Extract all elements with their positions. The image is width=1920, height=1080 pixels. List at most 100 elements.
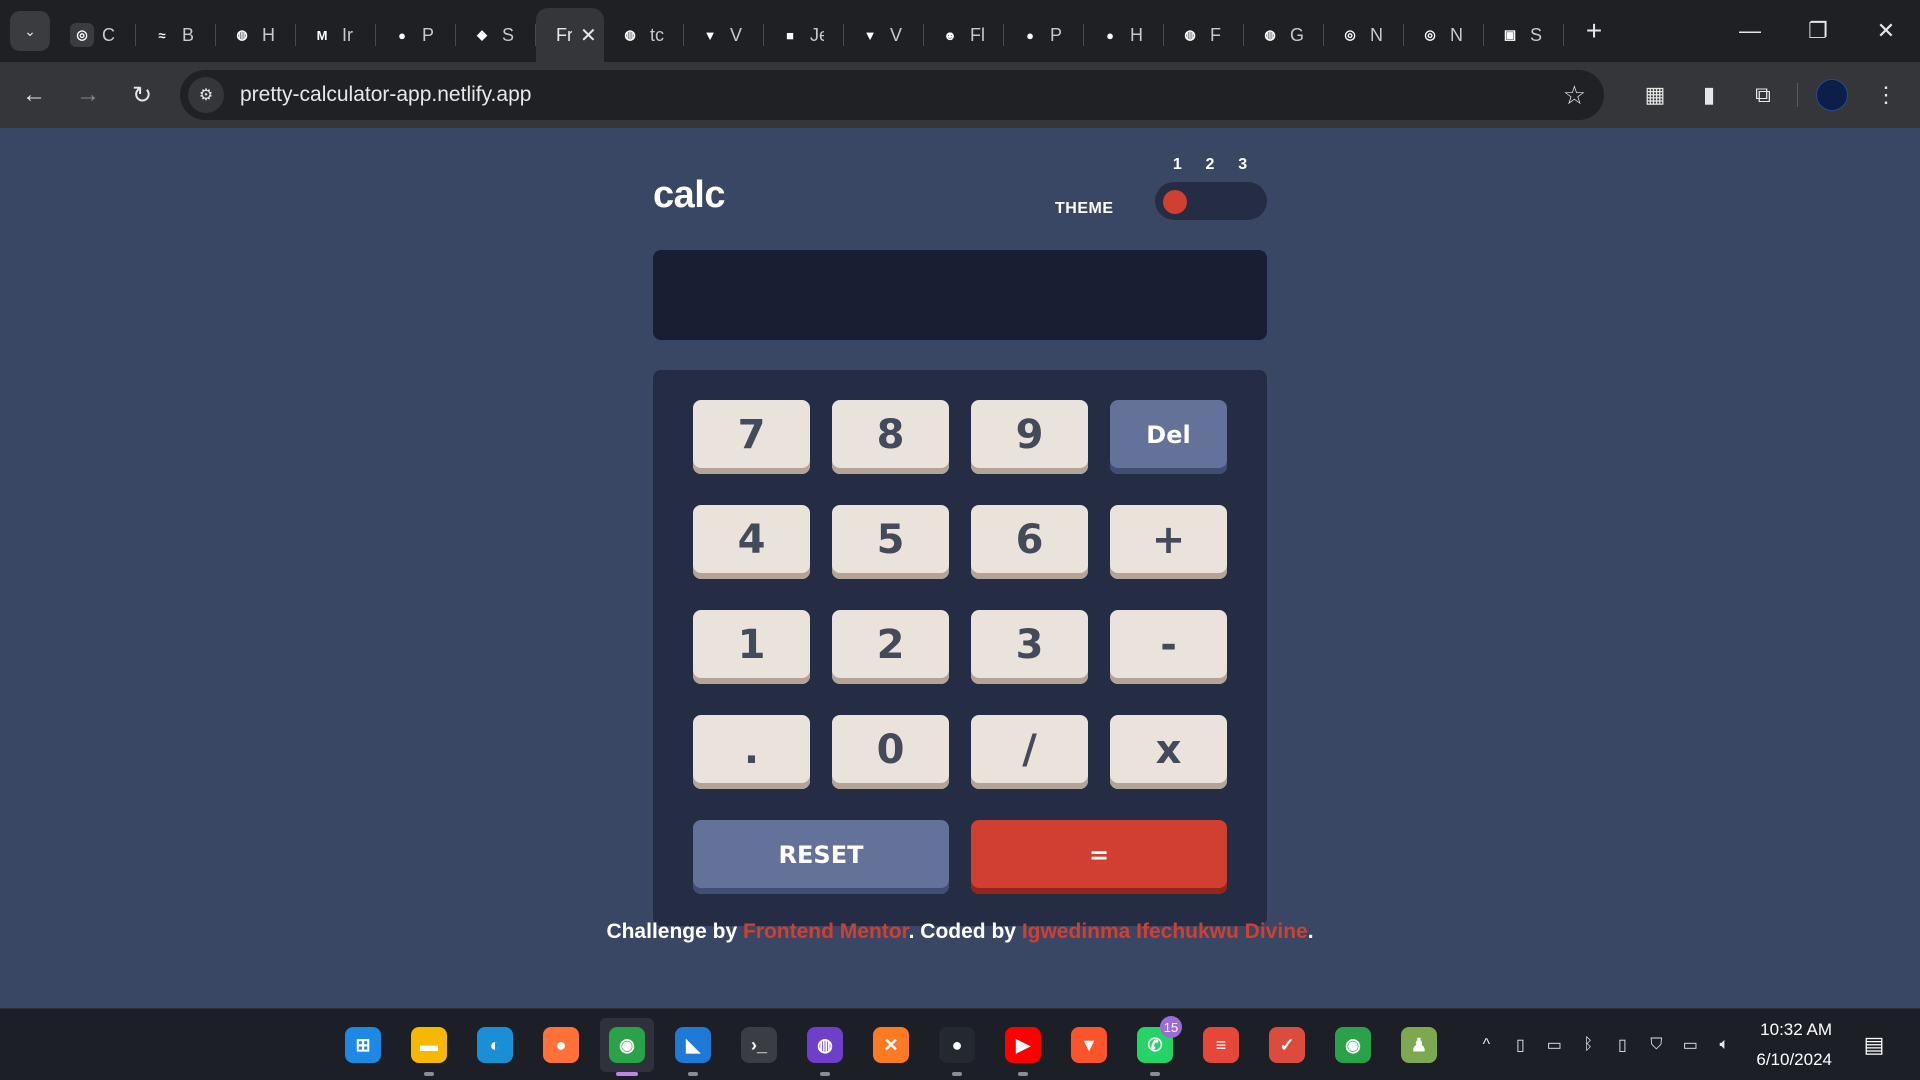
close-window-button[interactable]: ✕ — [1852, 0, 1920, 62]
browser-tab[interactable]: ▣ S — [1484, 12, 1564, 58]
security-warning-icon[interactable]: ⛉ — [1642, 1031, 1670, 1059]
panda-icon: ● — [390, 23, 414, 47]
vscode-app[interactable]: ◣ — [666, 1018, 720, 1076]
address-bar[interactable]: ⚙ pretty-calculator-app.netlify.app ☆ — [180, 70, 1604, 120]
key-7[interactable]: 7 — [693, 400, 810, 474]
brave-icon: ▼ — [1071, 1027, 1107, 1063]
theme-number-3[interactable]: 3 — [1238, 156, 1247, 174]
key-2[interactable]: 2 — [832, 610, 949, 684]
chrome-app[interactable]: ◉ — [600, 1018, 654, 1076]
clock[interactable]: 10:32 AM 6/10/2024 — [1756, 1015, 1832, 1075]
edge-app[interactable]: ◐ — [468, 1018, 522, 1072]
browser-tab[interactable]: ■ Je — [764, 12, 844, 58]
browser-tab[interactable]: ◎ N — [1324, 12, 1404, 58]
clipboard-extension-icon[interactable]: ▮ — [1689, 75, 1729, 115]
vite-icon: ▼ — [858, 23, 882, 47]
key-del[interactable]: Del — [1110, 400, 1227, 474]
chrome-alt-app[interactable]: ◉ — [1326, 1018, 1380, 1072]
network-display-icon[interactable]: ▭ — [1540, 1031, 1568, 1059]
browser-tab[interactable]: Fr ✕ — [536, 8, 604, 62]
browser-tab[interactable]: ● H — [1084, 12, 1164, 58]
file-explorer-app[interactable]: ▬ — [402, 1018, 456, 1076]
menu-kebab-icon[interactable]: ⋮ — [1866, 75, 1906, 115]
restore-button[interactable]: ❐ — [1784, 0, 1852, 62]
key-plus[interactable]: + — [1110, 505, 1227, 579]
key-8[interactable]: 8 — [832, 400, 949, 474]
minimize-button[interactable]: — — [1716, 0, 1784, 62]
browser-tab[interactable]: ▼ V — [684, 12, 764, 58]
browser-tab[interactable]: ◎ C — [56, 12, 136, 58]
github-desktop-app[interactable]: ◍ — [798, 1018, 852, 1076]
firefox-app[interactable]: ● — [534, 1018, 588, 1072]
tab-search-button[interactable]: ⌄ — [10, 11, 50, 51]
profile-button[interactable] — [1812, 75, 1852, 115]
browser-tab[interactable]: M Ir — [296, 12, 376, 58]
theme-toggle-knob[interactable] — [1163, 190, 1187, 214]
youtube-icon: ▶ — [1005, 1027, 1041, 1063]
volume-icon[interactable]: 🔈︎ — [1710, 1031, 1738, 1059]
browser-tab[interactable]: ◆ S — [456, 12, 536, 58]
theme-toggle[interactable] — [1155, 182, 1267, 220]
back-button[interactable]: ← — [14, 75, 54, 115]
browser-tab[interactable]: ◎ N — [1404, 12, 1484, 58]
key-reset[interactable]: RESET — [693, 820, 949, 894]
browser-tab[interactable]: ◍ H — [216, 12, 296, 58]
browser-tab[interactable]: ◍ tc — [604, 12, 684, 58]
chess-app[interactable]: ♟ — [1392, 1018, 1446, 1072]
extensions-icon[interactable]: ⧉ — [1743, 75, 1783, 115]
tab-title: C — [102, 24, 115, 45]
url-text[interactable]: pretty-calculator-app.netlify.app — [240, 83, 531, 107]
show-hidden-icons[interactable]: ^ — [1472, 1031, 1500, 1059]
microphone-icon[interactable]: ▯ — [1506, 1031, 1534, 1059]
frontend-mentor-link[interactable]: Frontend Mentor — [743, 920, 909, 943]
key-multiply[interactable]: x — [1110, 715, 1227, 789]
browser-tab[interactable]: ◍ G — [1244, 12, 1324, 58]
key-divide[interactable]: / — [971, 715, 1088, 789]
theme-number-2[interactable]: 2 — [1206, 156, 1215, 174]
key-1[interactable]: 1 — [693, 610, 810, 684]
site-info-icon[interactable]: ⚙ — [188, 77, 224, 113]
github-app[interactable]: ● — [930, 1018, 984, 1076]
key-decimal[interactable]: . — [693, 715, 810, 789]
todo-app[interactable]: ✓ — [1260, 1018, 1314, 1072]
youtube-app[interactable]: ▶ — [996, 1018, 1050, 1076]
brave-app[interactable]: ▼ — [1062, 1018, 1116, 1072]
browser-tab[interactable]: ▼ V — [844, 12, 924, 58]
forward-button[interactable]: → — [68, 75, 108, 115]
browser-tab[interactable]: ● P — [376, 12, 456, 58]
theme-number-1[interactable]: 1 — [1173, 156, 1182, 174]
battery-icon[interactable]: ▭ — [1676, 1031, 1704, 1059]
windows-start-icon: ⊞ — [345, 1027, 381, 1063]
terminal-app[interactable]: ›_ — [732, 1018, 786, 1072]
key-6[interactable]: 6 — [971, 505, 1088, 579]
diamond-icon: ◆ — [470, 23, 494, 47]
windows-start-app[interactable]: ⊞ — [336, 1018, 390, 1072]
medium-icon: M — [310, 23, 334, 47]
browser-tab[interactable]: ◍ F — [1164, 12, 1244, 58]
author-link[interactable]: Igwedinma Ifechukwu Divine — [1022, 920, 1308, 943]
key-0[interactable]: 0 — [832, 715, 949, 789]
key-minus[interactable]: - — [1110, 610, 1227, 684]
browser-tab[interactable]: ● P — [1004, 12, 1084, 58]
notification-center-icon[interactable]: ▤ — [1852, 1023, 1896, 1067]
key-5[interactable]: 5 — [832, 505, 949, 579]
bluetooth-icon[interactable]: ᛒ — [1574, 1031, 1602, 1059]
browser-tab[interactable]: ≈ B — [136, 12, 216, 58]
chess-icon: ♟ — [1401, 1027, 1437, 1063]
chevron-down-icon: ⌄ — [24, 22, 36, 39]
bookmark-star-icon[interactable]: ☆ — [1563, 80, 1586, 111]
whatsapp-app[interactable]: ✆ 15 — [1128, 1016, 1182, 1076]
key-equals[interactable]: = — [971, 820, 1227, 894]
qr-code-icon[interactable]: ▦ — [1635, 75, 1675, 115]
new-tab-button[interactable]: + — [1578, 15, 1610, 47]
browser-tab[interactable]: ☻ Fl — [924, 12, 1004, 58]
xampp-app[interactable]: ✕ — [864, 1018, 918, 1072]
reload-button[interactable]: ↻ — [122, 75, 162, 115]
stacks-app[interactable]: ≡ — [1194, 1018, 1248, 1072]
key-3[interactable]: 3 — [971, 610, 1088, 684]
key-4[interactable]: 4 — [693, 505, 810, 579]
key-9[interactable]: 9 — [971, 400, 1088, 474]
usb-icon[interactable]: ▯ — [1608, 1031, 1636, 1059]
close-tab-icon[interactable]: ✕ — [580, 23, 597, 48]
chrome-icon: ◉ — [609, 1027, 645, 1063]
